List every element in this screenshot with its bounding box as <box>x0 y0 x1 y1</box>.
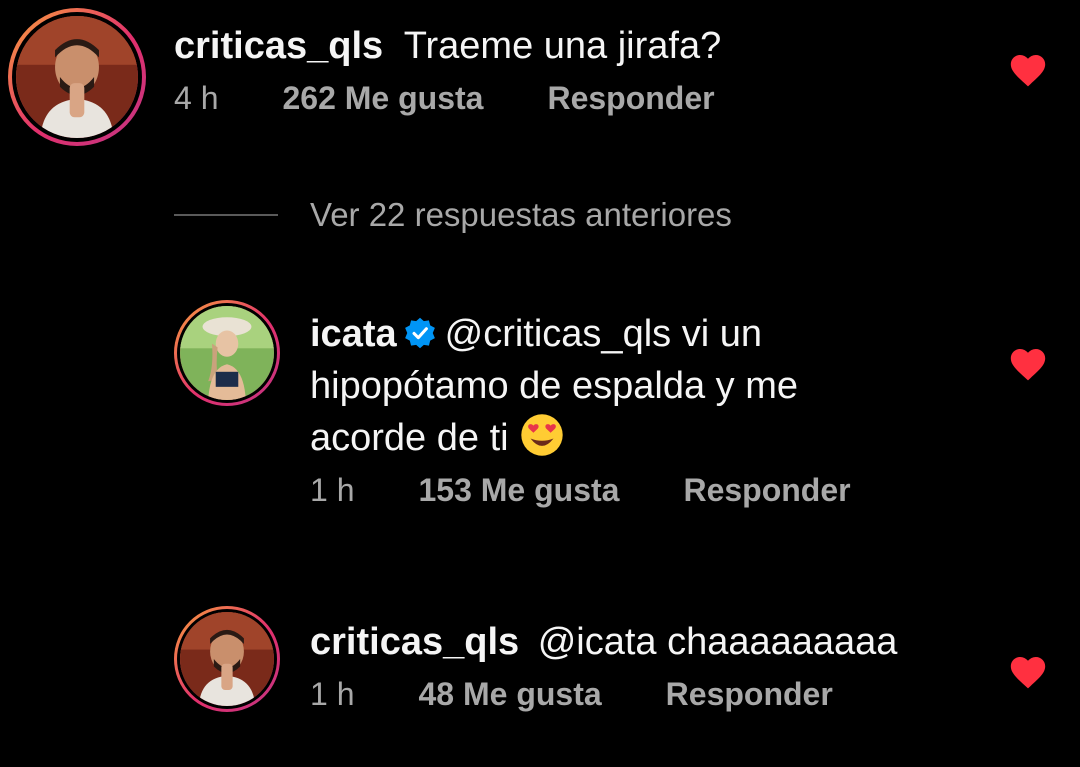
reply-button[interactable]: Responder <box>683 472 850 509</box>
verified-badge-icon <box>404 317 435 349</box>
like-count[interactable]: 262 Me gusta <box>282 80 483 117</box>
reply-text: @icata chaaaaaaaaa <box>537 621 898 663</box>
reply-icata: icata @criticas_qls vi un hipopótamo de e… <box>174 300 851 509</box>
heart-eyes-emoji <box>520 414 563 456</box>
reply-text-part-3: acorde de ti <box>310 417 509 459</box>
username[interactable]: criticas_qls <box>310 621 519 663</box>
timestamp: 4 h <box>174 80 219 116</box>
reply-meta: 1 h 48 Me gusta Responder <box>310 676 897 713</box>
reply-button[interactable]: Responder <box>666 676 833 713</box>
like-count[interactable]: 48 Me gusta <box>418 676 601 713</box>
reply-meta: 1 h 153 Me gusta Responder <box>310 472 851 509</box>
avatar-icata[interactable] <box>174 300 280 406</box>
comment-criticas-qls: criticas_qls Traeme una jirafa? 4 h 262 … <box>8 8 721 146</box>
username[interactable]: icata <box>310 313 397 355</box>
username[interactable]: criticas_qls <box>174 25 383 67</box>
reply-text-part-1: @criticas_qls vi un <box>444 313 762 355</box>
reply-text-line-2: hipopótamo de espalda y me <box>310 360 851 412</box>
timestamp: 1 h <box>310 472 355 508</box>
like-count[interactable]: 153 Me gusta <box>418 472 619 509</box>
heart-icon[interactable] <box>1008 346 1048 382</box>
reply-text-part-2: hipopótamo de espalda y me <box>310 365 798 407</box>
heart-icon[interactable] <box>1008 52 1048 88</box>
reply-criticas-qls: criticas_qls @icata chaaaaaaaaa 1 h 48 M… <box>174 606 897 713</box>
avatar-photo-man <box>180 612 274 706</box>
heart-icon[interactable] <box>1008 654 1048 690</box>
avatar-criticas-qls[interactable] <box>174 606 280 712</box>
reply-text-line-3: acorde de ti <box>310 412 851 464</box>
comment-text: Traeme una jirafa? <box>403 25 722 67</box>
avatar-criticas-qls[interactable] <box>8 8 146 146</box>
comment-meta: 4 h 262 Me gusta Responder <box>174 80 721 117</box>
reply-text-line: criticas_qls @icata chaaaaaaaaa <box>310 616 897 668</box>
timestamp: 1 h <box>310 676 355 712</box>
comment-text-line: criticas_qls Traeme una jirafa? <box>174 20 721 72</box>
reply-text-line-1: icata @criticas_qls vi un <box>310 308 851 360</box>
avatar-photo-man <box>16 16 138 138</box>
avatar-photo-woman <box>180 306 274 400</box>
view-previous-replies-label: Ver 22 respuestas anteriores <box>310 196 732 233</box>
divider-line <box>174 214 278 216</box>
reply-button[interactable]: Responder <box>547 80 714 117</box>
view-previous-replies[interactable]: Ver 22 respuestas anteriores <box>174 196 732 234</box>
